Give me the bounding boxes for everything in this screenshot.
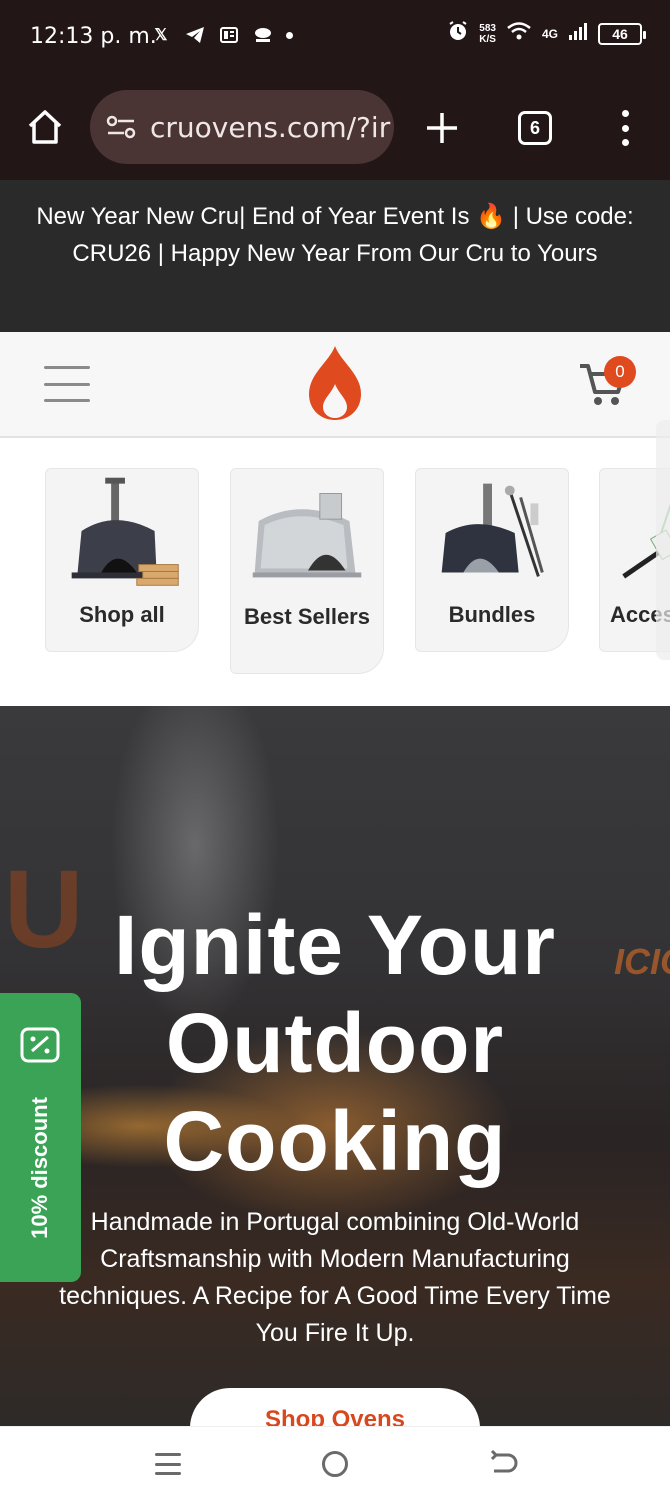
category-label: Best Sellers (244, 604, 370, 629)
status-time: 12:13 p. m. (30, 24, 157, 49)
hero-subtitle: Handmade in Portugal combining Old-World… (59, 1208, 611, 1347)
home-circle-icon[interactable] (322, 1451, 348, 1477)
category-card-shop-all[interactable]: Shop all (45, 468, 199, 652)
tab-switcher-button[interactable]: 6 (518, 111, 552, 145)
signal-icon (568, 21, 588, 46)
announcement-text: New Year New Cru| End of Year Event Is 🔥… (36, 203, 634, 267)
more-menu-icon[interactable] (614, 110, 636, 146)
oven-image (71, 477, 179, 586)
network-type: 4G (541, 26, 558, 41)
oven-image (252, 493, 362, 578)
oven-image (441, 483, 544, 577)
status-bar: 12:13 p. m. 𝕏 583 K/S 4G 46 (0, 0, 670, 78)
battery-icon: 46 (598, 22, 646, 45)
category-card-best-sellers[interactable]: Best Sellers (230, 468, 384, 674)
menu-icon[interactable] (44, 366, 90, 402)
site-settings-icon[interactable] (106, 115, 136, 139)
shop-ovens-button[interactable]: Shop Ovens (190, 1388, 480, 1426)
category-card-bundles[interactable]: Bundles (415, 468, 569, 652)
category-label: Bundles (448, 602, 536, 627)
url-text[interactable]: cruovens.com/?ir (150, 111, 390, 144)
discount-label: 10% discount (27, 1097, 52, 1239)
url-bar[interactable]: cruovens.com/?ir (90, 90, 394, 164)
browser-toolbar: cruovens.com/?ir 6 (0, 78, 670, 180)
alarm-icon (447, 20, 469, 47)
hero-banner: U ICIO Ignite Your Outdoor Cooking Handm… (0, 706, 670, 1426)
system-nav-bar (0, 1426, 670, 1500)
recents-icon[interactable] (155, 1453, 181, 1475)
scroll-edge (656, 420, 670, 660)
bnc-icon (252, 24, 274, 46)
announcement-bar[interactable]: New Year New Cru| End of Year Event Is 🔥… (0, 180, 670, 332)
news-icon (218, 24, 240, 46)
back-icon[interactable] (488, 1449, 518, 1479)
discount-icon (20, 1027, 60, 1063)
category-label: Shop all (79, 602, 165, 627)
notification-icons: 𝕏 (150, 24, 293, 46)
site-header (0, 332, 670, 438)
discount-tab[interactable]: 10% discount (0, 993, 81, 1282)
cart-count-badge[interactable]: 0 (604, 356, 636, 388)
new-tab-icon[interactable] (424, 110, 460, 146)
telegram-icon (184, 24, 206, 46)
home-icon[interactable] (26, 108, 64, 146)
category-carousel[interactable]: Shop all Best Sellers Bundles Acces (0, 438, 670, 706)
wifi-icon (506, 21, 532, 46)
more-notifications-dot (286, 31, 293, 39)
status-right: 583 K/S 4G 46 (447, 20, 646, 47)
hero-title: Ignite Your Outdoor Cooking (114, 898, 556, 1188)
x-icon: 𝕏 (154, 27, 168, 44)
flame-logo-icon[interactable] (305, 344, 365, 422)
network-speed: 583 K/S (479, 22, 496, 45)
